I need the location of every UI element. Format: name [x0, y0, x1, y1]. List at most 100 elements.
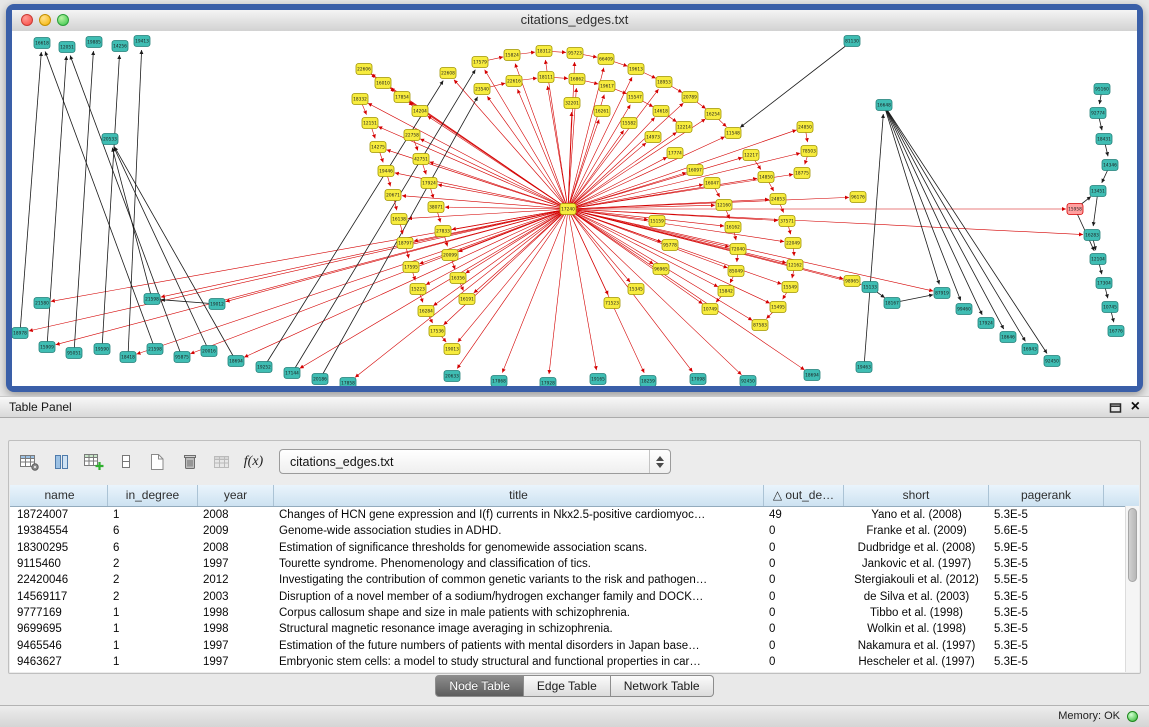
cell: 0 — [764, 574, 844, 586]
graph-node-label: 18167 — [885, 301, 899, 307]
cell: Nakamura et al. (1997) — [844, 640, 989, 652]
table-row[interactable]: 969969511998Structural magnetic resonanc… — [12, 621, 1139, 637]
cell: 5.3E-5 — [989, 623, 1104, 635]
column-header-2[interactable]: year — [198, 485, 274, 506]
cell: 0 — [764, 591, 844, 603]
graph-node-label: 17098 — [691, 377, 705, 383]
cell: 0 — [764, 558, 844, 570]
graph-node-label: 17579 — [473, 60, 487, 66]
graph-edge — [70, 55, 182, 357]
graph-node-label: 19013 — [445, 347, 459, 353]
import-table-button[interactable] — [208, 449, 235, 475]
window-close-button[interactable] — [21, 14, 33, 26]
memory-status-indicator[interactable] — [1127, 711, 1138, 722]
cell: 1998 — [198, 607, 274, 619]
graph-edge — [457, 209, 568, 369]
column-header-4[interactable]: △ out_de… — [764, 485, 844, 506]
column-header-1[interactable]: in_degree — [108, 485, 198, 506]
column-header-5[interactable]: short — [844, 485, 989, 506]
cell: 5.9E-5 — [989, 542, 1104, 554]
cell: Jankovic et al. (1997) — [844, 558, 989, 570]
column-header-0[interactable]: name — [12, 485, 108, 506]
graph-node-label: 15909 — [40, 345, 54, 351]
graph-node-label: 16261 — [595, 109, 609, 115]
cell: 1997 — [198, 640, 274, 652]
column-header-6[interactable]: pagerank — [989, 485, 1104, 506]
graph-edge — [568, 209, 741, 375]
window-title: citations_edges.txt — [12, 10, 1137, 30]
function-builder-button[interactable]: f(x) — [240, 449, 267, 475]
table-selector-dropdown[interactable]: citations_edges.txt — [279, 449, 671, 474]
new-table-button[interactable] — [144, 449, 171, 475]
graph-edge — [568, 209, 1083, 235]
citation-network-graph[interactable]: 1724022606160101785414204183321215114275… — [12, 31, 1137, 386]
cell: de Silva et al. (2003) — [844, 591, 989, 603]
graph-node-label: 92450 — [1045, 359, 1059, 365]
cell: Genome-wide association studies in ADHD. — [274, 525, 764, 537]
cell: Changes of HCN gene expression and I(f) … — [274, 509, 764, 521]
show-columns-button[interactable] — [48, 449, 75, 475]
graph-node-label: 71523 — [605, 301, 619, 307]
graph-edge — [864, 114, 883, 367]
cell: 1 — [108, 656, 198, 668]
graph-node-label: 32201 — [565, 101, 579, 107]
graph-node-label: 15824 — [505, 53, 519, 59]
window-minimize-button[interactable] — [39, 14, 51, 26]
table-settings-button[interactable] — [16, 449, 43, 475]
table-body: 1872400712008Changes of HCN gene express… — [10, 507, 1139, 670]
row-options-button[interactable] — [112, 449, 139, 475]
graph-node-label: 85049 — [729, 269, 743, 275]
float-panel-icon[interactable] — [1109, 402, 1122, 413]
tab-edge-table[interactable]: Edge Table — [524, 675, 611, 697]
table-scrollbar[interactable] — [1125, 506, 1139, 672]
cell: 2008 — [198, 509, 274, 521]
window-titlebar[interactable]: citations_edges.txt — [12, 10, 1137, 32]
cell: Dudbridge et al. (2008) — [844, 542, 989, 554]
table-row[interactable]: 946554611997Estimation of the future num… — [12, 637, 1139, 653]
graph-edge — [568, 209, 718, 287]
graph-node-label: 18418 — [121, 355, 135, 361]
graph-node-label: 17144 — [285, 371, 299, 377]
graph-node-label: 15159 — [650, 219, 664, 225]
graph-node-label: 19252 — [257, 365, 271, 371]
graph-node-label: 10749 — [703, 307, 717, 313]
window-zoom-button[interactable] — [57, 14, 69, 26]
table-row[interactable]: 911546021997Tourette syndrome. Phenomeno… — [12, 556, 1139, 572]
create-column-button[interactable] — [80, 449, 107, 475]
cell: 5.5E-5 — [989, 574, 1104, 586]
table-row[interactable]: 2242004622012Investigating the contribut… — [12, 572, 1139, 588]
graph-edge — [568, 209, 933, 291]
table-row[interactable]: 1872400712008Changes of HCN gene express… — [12, 507, 1139, 523]
close-panel-icon[interactable]: × — [1131, 398, 1140, 416]
graph-edge — [420, 139, 568, 209]
graph-node-label: 96965 — [654, 267, 668, 273]
table-row[interactable]: 1938455462009Genome-wide association stu… — [12, 523, 1139, 539]
graph-node-label: 16138 — [392, 217, 406, 223]
cell: 0 — [764, 640, 844, 652]
graph-node-label: 66409 — [599, 57, 613, 63]
tab-node-table[interactable]: Node Table — [435, 675, 524, 697]
table-row[interactable]: 1830029562008Estimation of significance … — [12, 540, 1139, 556]
network-canvas[interactable]: 1724022606160101785414204183321215114275… — [12, 31, 1137, 386]
graph-node-label: 95723 — [568, 51, 582, 57]
graph-node-label: 18332 — [353, 97, 367, 103]
cell: Embryonic stem cells: a model to study s… — [274, 656, 764, 668]
cell: 5.3E-5 — [989, 591, 1104, 603]
graph-node-label: 18694 — [805, 373, 819, 379]
table-row[interactable]: 977716911998Corpus callosum shape and si… — [12, 605, 1139, 621]
table-row[interactable]: 946362711997Embryonic stem cells: a mode… — [12, 654, 1139, 670]
cell: 9115460 — [12, 558, 108, 570]
cell: 5.3E-5 — [989, 509, 1104, 521]
scrollbar-thumb[interactable] — [1128, 508, 1137, 582]
graph-node-label: 19446 — [379, 169, 393, 175]
graph-node-label: 23540 — [475, 87, 489, 93]
graph-node-label: 18797 — [398, 241, 412, 247]
column-header-3[interactable]: title — [274, 485, 764, 506]
table-row[interactable]: 1456911722003Disruption of a novel membe… — [12, 588, 1139, 604]
delete-table-button[interactable] — [176, 449, 203, 475]
tab-network-table[interactable]: Network Table — [611, 675, 714, 697]
cell: 9777169 — [12, 607, 108, 619]
graph-edge — [244, 209, 568, 357]
graph-edge — [292, 70, 475, 373]
cell: 2008 — [198, 542, 274, 554]
